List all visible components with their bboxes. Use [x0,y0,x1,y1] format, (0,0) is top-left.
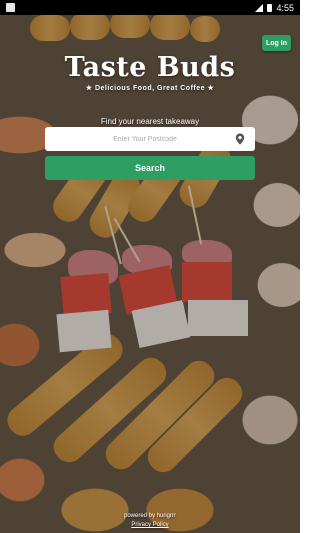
powered-by-label: powered by hungrrr [123,513,177,519]
map-pin-icon [235,133,245,145]
postcode-input[interactable] [55,134,235,144]
battery-icon [267,3,273,12]
privacy-policy-link[interactable]: Privacy Policy [0,522,300,528]
brand-logo: Taste Buds [64,52,236,83]
signal-icon [255,3,264,12]
postcode-field-container[interactable] [45,127,255,151]
search-prompt: Find your nearest takeaway [100,117,200,126]
login-button[interactable]: Log In [262,35,291,51]
app-screen: 4:55 Log In Taste Buds ★ Delicious Food,… [0,0,300,533]
brand-tagline: ★ Delicious Food, Great Coffee ★ [85,85,215,92]
status-bar: 4:55 [0,0,300,15]
status-time: 4:55 [276,2,294,13]
status-indicators: 4:55 [255,3,294,13]
notification-icon [6,3,15,12]
search-button[interactable]: Search [45,156,255,180]
